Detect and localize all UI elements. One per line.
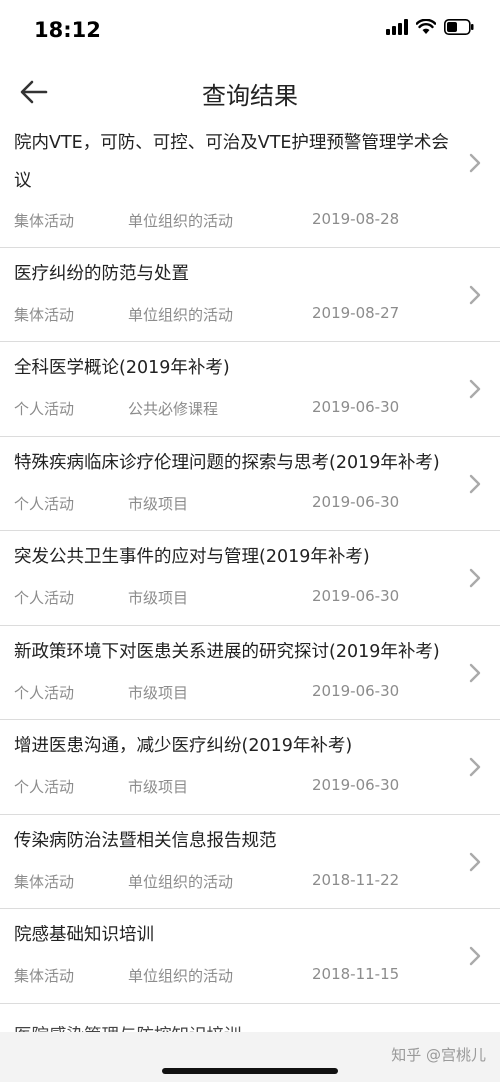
activity-org: 单位组织的活动 [128,967,234,985]
activity-date: 2019-06-30 [312,493,400,511]
status-icons [386,19,474,35]
item-title: 突发公共卫生事件的应对与管理(2019年补考) [14,547,370,567]
activity-type: 集体活动 [14,306,75,324]
item-meta: 个人活动 公共必修课程 2019-06-30 [14,398,456,418]
activity-date: 2019-06-30 [312,776,400,794]
item-title: 特殊疾病临床诊疗伦理问题的探索与思考(2019年补考) [14,453,440,473]
item-title: 传染病防治法暨相关信息报告规范 [14,831,277,851]
watermark: 知乎 @宫桃儿 [391,1046,486,1064]
item-meta: 集体活动 单位组织的活动 2018-11-22 [14,871,456,891]
item-meta: 个人活动 市级项目 2019-06-30 [14,776,456,796]
nav-bar: 查询结果 [0,60,500,126]
chevron-right-icon [469,474,481,494]
chevron-right-icon [469,757,481,777]
page-title: 查询结果 [202,82,298,110]
activity-type: 个人活动 [14,400,75,418]
list-item[interactable]: 院感基础知识培训 集体活动 单位组织的活动 2018-11-15 [0,909,500,1004]
activity-date: 2019-08-28 [312,210,400,228]
bottom-bar: 知乎 @宫桃儿 [0,1032,500,1082]
activity-org: 市级项目 [128,495,189,513]
chevron-right-icon [469,852,481,872]
list-item[interactable]: 医疗纠纷的防范与处置 集体活动 单位组织的活动 2019-08-27 [0,248,500,342]
list-item[interactable]: 全科医学概论(2019年补考) 个人活动 公共必修课程 2019-06-30 [0,342,500,437]
chevron-right-icon [469,379,481,399]
activity-type: 集体活动 [14,967,75,985]
item-meta: 集体活动 单位组织的活动 2019-08-28 [14,210,456,230]
item-meta: 个人活动 市级项目 2019-06-30 [14,493,456,513]
result-list: 院内VTE，可防、可控、可治及VTE护理预警管理学术会议 集体活动 单位组织的活… [0,126,500,1032]
activity-type: 个人活动 [14,778,75,796]
wifi-icon [416,19,436,34]
list-item[interactable]: 新政策环境下对医患关系进展的研究探讨(2019年补考) 个人活动 市级项目 20… [0,626,500,720]
activity-date: 2019-06-30 [312,682,400,700]
status-bar: 18:12 [0,0,500,60]
item-meta: 集体活动 单位组织的活动 2019-08-27 [14,304,456,324]
activity-org: 市级项目 [128,778,189,796]
activity-org: 单位组织的活动 [128,306,234,324]
activity-date: 2019-06-30 [312,587,400,605]
battery-icon [444,19,474,35]
activity-type: 集体活动 [14,212,75,230]
chevron-right-icon [469,946,481,966]
home-indicator[interactable] [162,1068,338,1074]
activity-type: 个人活动 [14,684,75,702]
chevron-right-icon [469,663,481,683]
item-meta: 个人活动 市级项目 2019-06-30 [14,587,456,607]
list-item[interactable]: 院内VTE，可防、可控、可治及VTE护理预警管理学术会议 集体活动 单位组织的活… [0,126,500,248]
list-item[interactable]: 增进医患沟通，减少医疗纠纷(2019年补考) 个人活动 市级项目 2019-06… [0,720,500,815]
item-meta: 集体活动 单位组织的活动 2018-11-15 [14,965,456,985]
chevron-right-icon [469,153,481,173]
item-title: 医疗纠纷的防范与处置 [14,264,189,284]
item-title: 医院感染管理与防控知识培训 [14,1022,242,1032]
activity-org: 单位组织的活动 [128,873,234,891]
item-meta: 个人活动 市级项目 2019-06-30 [14,682,456,702]
activity-date: 2018-11-15 [312,965,400,983]
activity-date: 2019-08-27 [312,304,400,322]
item-title: 院感基础知识培训 [14,925,154,945]
activity-date: 2018-11-22 [312,871,400,889]
list-item[interactable]: 特殊疾病临床诊疗伦理问题的探索与思考(2019年补考) 个人活动 市级项目 20… [0,437,500,531]
activity-org: 市级项目 [128,684,189,702]
list-item[interactable]: 突发公共卫生事件的应对与管理(2019年补考) 个人活动 市级项目 2019-0… [0,531,500,626]
activity-org: 单位组织的活动 [128,212,234,230]
status-time: 18:12 [34,18,101,42]
activity-org: 公共必修课程 [128,400,219,418]
item-title: 全科医学概论(2019年补考) [14,358,230,378]
list-item[interactable]: 传染病防治法暨相关信息报告规范 集体活动 单位组织的活动 2018-11-22 [0,815,500,909]
chevron-right-icon [469,568,481,588]
activity-type: 个人活动 [14,589,75,607]
item-title: 院内VTE，可防、可控、可治及VTE护理预警管理学术会议 [14,133,449,191]
activity-type: 集体活动 [14,873,75,891]
activity-type: 个人活动 [14,495,75,513]
activity-date: 2019-06-30 [312,398,400,416]
list-item-partial[interactable]: 医院感染管理与防控知识培训 [0,1018,500,1032]
chevron-right-icon [469,285,481,305]
item-title: 新政策环境下对医患关系进展的研究探讨(2019年补考) [14,642,440,662]
cellular-signal-icon [386,19,408,35]
item-title: 增进医患沟通，减少医疗纠纷(2019年补考) [14,736,353,756]
activity-org: 市级项目 [128,589,189,607]
